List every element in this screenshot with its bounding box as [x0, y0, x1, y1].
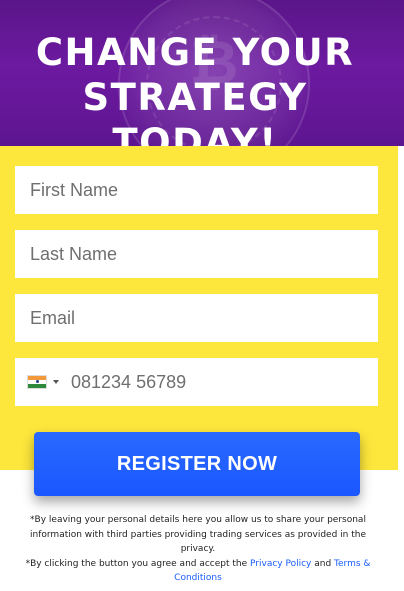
country-code-select[interactable]: [23, 375, 63, 389]
disclaimer-line-2: *By clicking the button you agree and ac…: [12, 557, 384, 586]
caret-down-icon: [53, 380, 59, 384]
hero-banner: ₿ CHANGE YOUR STRATEGY TODAY!: [0, 0, 404, 146]
disclaimer-prefix: *By clicking the button you agree and ac…: [25, 558, 251, 569]
phone-input[interactable]: [71, 359, 378, 405]
phone-field: [15, 358, 378, 406]
first-name-input[interactable]: [15, 166, 378, 214]
disclaimer-and: and: [311, 558, 335, 569]
disclaimer-text: *By leaving your personal details here y…: [12, 513, 384, 586]
privacy-policy-link[interactable]: Privacy Policy: [250, 559, 311, 569]
disclaimer-line-1: *By leaving your personal details here y…: [30, 515, 366, 554]
last-name-input[interactable]: [15, 230, 378, 278]
register-now-button[interactable]: REGISTER NOW: [34, 432, 360, 496]
headline: CHANGE YOUR STRATEGY TODAY!: [35, 31, 355, 146]
email-input[interactable]: [15, 294, 378, 342]
india-flag-icon: [27, 375, 47, 389]
